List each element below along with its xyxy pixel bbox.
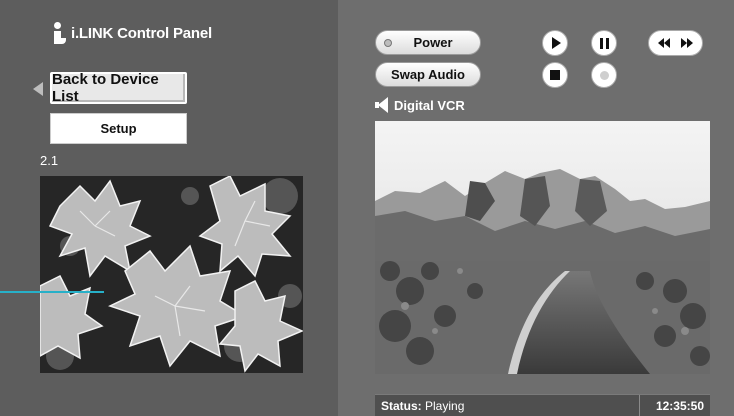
status-value: Playing bbox=[425, 399, 465, 413]
stop-button[interactable] bbox=[542, 62, 568, 88]
fast-forward-icon[interactable] bbox=[680, 38, 693, 48]
back-to-device-list-button[interactable]: Back to Device List bbox=[50, 71, 187, 105]
power-label: Power bbox=[413, 35, 453, 50]
power-button[interactable]: Power bbox=[375, 30, 481, 55]
record-icon bbox=[599, 70, 609, 80]
pointer-line bbox=[0, 291, 104, 293]
right-panel: Power Swap Audio Digital VCR Status: Pla… bbox=[338, 0, 734, 416]
rewind-icon[interactable] bbox=[658, 38, 671, 48]
play-button[interactable] bbox=[542, 30, 568, 56]
channel-thumbnail-image[interactable] bbox=[40, 176, 303, 373]
swap-audio-button[interactable]: Swap Audio bbox=[375, 62, 481, 87]
pause-icon bbox=[599, 37, 609, 49]
back-arrow-icon[interactable] bbox=[33, 82, 43, 96]
status-bar: Status: Playing 12:35:50 bbox=[375, 394, 710, 416]
status-divider bbox=[639, 395, 640, 416]
power-indicator-icon bbox=[384, 39, 392, 47]
clock: 12:35:50 bbox=[655, 399, 704, 413]
video-preview[interactable] bbox=[375, 121, 710, 374]
device-name: Digital VCR bbox=[394, 97, 465, 113]
speaker-icon bbox=[375, 97, 389, 113]
play-icon bbox=[552, 37, 561, 49]
record-button[interactable] bbox=[591, 62, 617, 88]
status-text: Status: Playing bbox=[381, 399, 464, 413]
stop-icon bbox=[550, 70, 560, 80]
left-panel: i.LINK Control Panel Back to Device List… bbox=[0, 0, 338, 416]
seek-control bbox=[648, 30, 703, 56]
app-title-text: i.LINK Control Panel bbox=[71, 24, 213, 42]
status-prefix: Status: bbox=[381, 399, 422, 413]
channel-number: 2.1 bbox=[40, 153, 59, 168]
app-title: i.LINK Control Panel bbox=[52, 22, 212, 44]
setup-button[interactable]: Setup bbox=[50, 113, 187, 144]
pause-button[interactable] bbox=[591, 30, 617, 56]
device-label: Digital VCR bbox=[375, 97, 465, 113]
ilink-logo-icon bbox=[52, 22, 66, 44]
